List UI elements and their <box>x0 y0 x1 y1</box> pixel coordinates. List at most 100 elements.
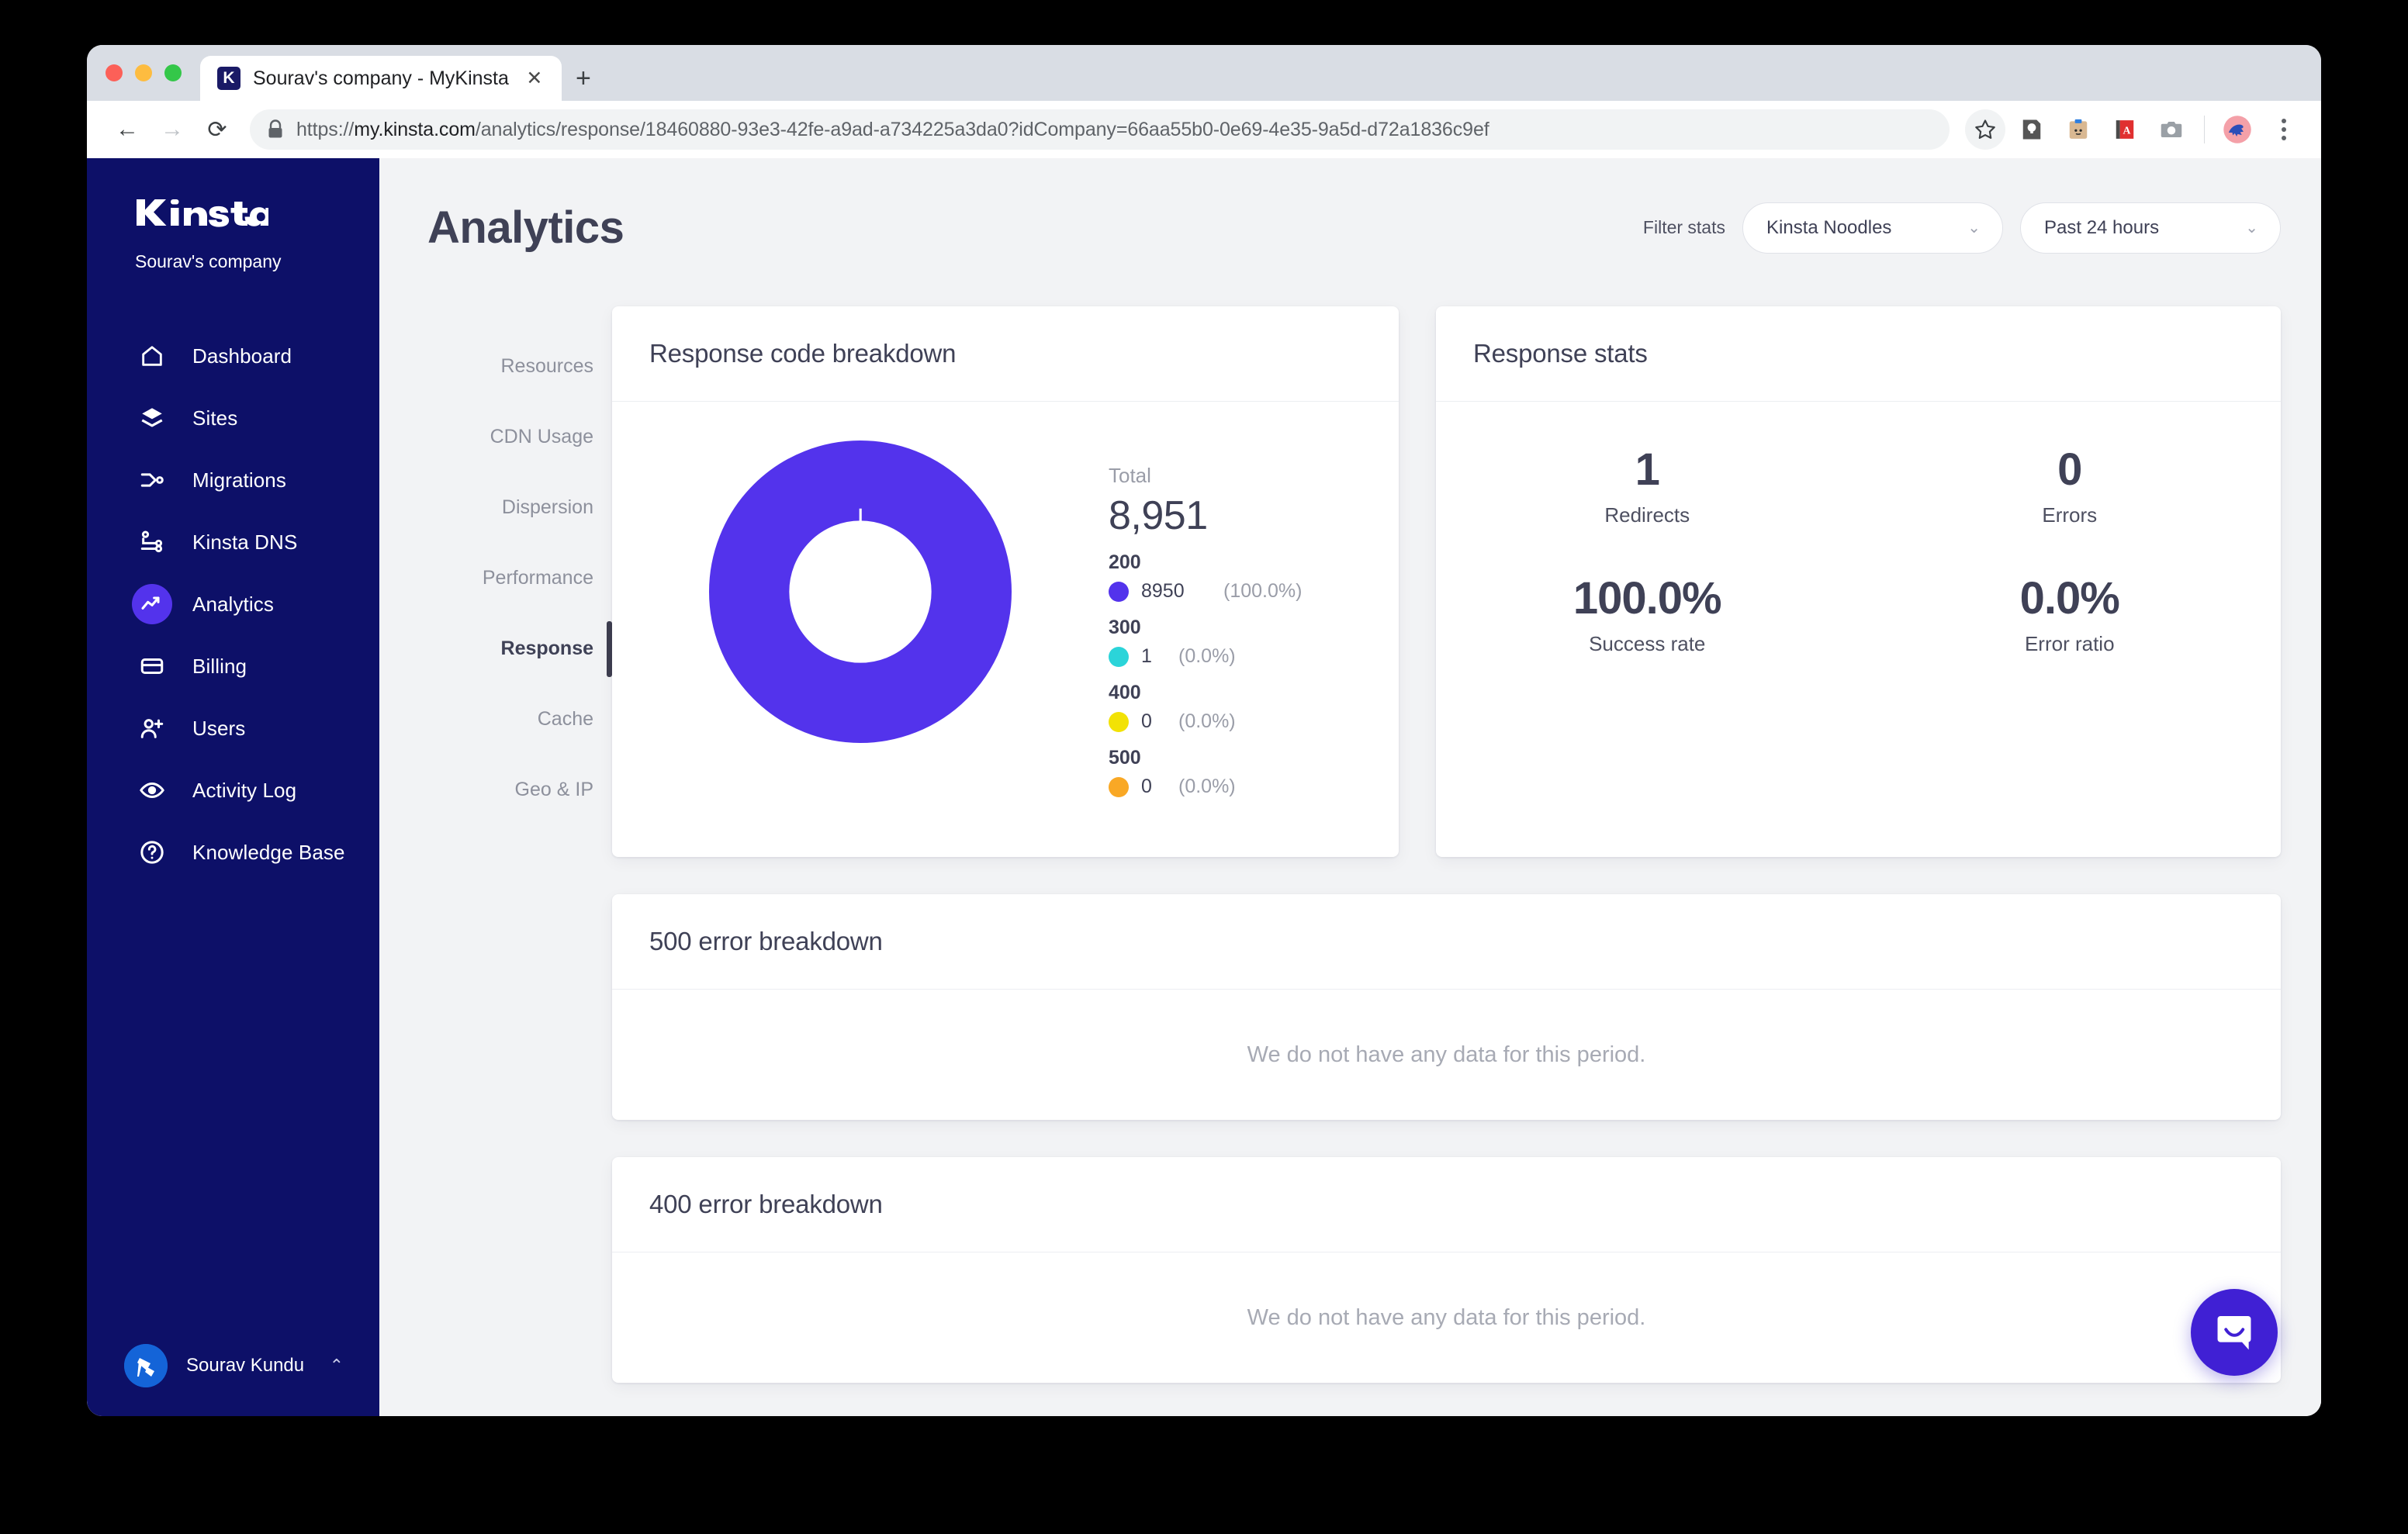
card-title: Response code breakdown <box>649 339 957 368</box>
back-button[interactable]: ← <box>107 109 147 150</box>
legend-color-dot <box>1109 581 1129 602</box>
legend-count: 0 <box>1141 776 1152 797</box>
trending-up-icon <box>132 584 172 624</box>
card-body: Total 8,951 200 8950 (100.0%) 300 1 (0.0… <box>612 402 1399 857</box>
sidebar-item-analytics[interactable]: Analytics <box>87 573 379 635</box>
sidebar-item-knowledge-base[interactable]: Knowledge Base <box>87 821 379 883</box>
sidebar-item-sites[interactable]: Sites <box>87 387 379 449</box>
legend-percentage: (0.0%) <box>1178 776 1236 797</box>
stat-value: 1 <box>1635 444 1660 495</box>
maximize-window-button[interactable] <box>164 64 182 81</box>
response-code-breakdown-card: Response code breakdown Total 8,951 200 … <box>612 306 1399 857</box>
browser-tab-title: Sourav's company - MyKinsta <box>253 67 509 89</box>
google-keep-icon[interactable] <box>2012 109 2052 150</box>
sidebar-item-activity-log[interactable]: Activity Log <box>87 759 379 821</box>
sidebar-company-name: Sourav's company <box>135 251 282 271</box>
legend-group-400: 400 0 (0.0%) <box>1109 682 1399 733</box>
sidebar-nav: Dashboard Sites Migrations Kinsta DNS An… <box>87 325 379 883</box>
new-tab-button[interactable]: + <box>562 56 605 101</box>
browser-tab-strip: K Sourav's company - MyKinsta ✕ + <box>87 45 2321 101</box>
tab-cache[interactable]: Cache <box>379 684 612 755</box>
chevron-up-icon[interactable]: ⌃ <box>330 1356 344 1376</box>
card-header: Response stats <box>1436 306 2281 402</box>
legend-total-label: Total <box>1109 464 1151 487</box>
donut-chart[interactable] <box>612 436 1109 823</box>
layers-icon <box>132 398 172 438</box>
intercom-chat-icon <box>2217 1316 2251 1350</box>
sidebar-user-name: Sourav Kundu <box>186 1355 305 1376</box>
forward-button[interactable]: → <box>152 109 192 150</box>
clipboard-icon[interactable] <box>2058 109 2098 150</box>
user-plus-icon <box>132 708 172 748</box>
screenshot-camera-icon[interactable] <box>2151 109 2192 150</box>
chrome-menu-icon[interactable] <box>2264 109 2304 150</box>
top-card-row: Response code breakdown Total 8,951 200 … <box>612 306 2281 857</box>
chevron-down-icon: ⌄ <box>2245 219 2258 237</box>
card-title: Response stats <box>1473 339 1648 368</box>
main-content: Analytics Filter stats Kinsta Noodles ⌄ … <box>379 158 2321 1416</box>
browser-toolbar: ← → ⟳ https://my.kinsta.com/analytics/re… <box>87 101 2321 158</box>
tab-cdn-usage[interactable]: CDN Usage <box>379 402 612 472</box>
tab-geo-ip[interactable]: Geo & IP <box>379 755 612 825</box>
tab-resources[interactable]: Resources <box>379 331 612 402</box>
address-bar[interactable]: https://my.kinsta.com/analytics/response… <box>250 109 1950 150</box>
legend-row[interactable]: 0 (0.0%) <box>1109 776 1399 798</box>
period-select[interactable]: Past 24 hours ⌄ <box>2020 202 2281 254</box>
browser-tab[interactable]: K Sourav's company - MyKinsta ✕ <box>200 56 562 101</box>
dns-icon <box>132 522 172 562</box>
stat-success-rate: 100.0% Success rate <box>1436 575 1859 656</box>
legend-row[interactable]: 8950 (100.0%) <box>1109 580 1399 603</box>
legend-code: 300 <box>1109 617 1141 638</box>
avatar <box>124 1344 168 1387</box>
sidebar-item-dashboard[interactable]: Dashboard <box>87 325 379 387</box>
sidebar-item-migrations[interactable]: Migrations <box>87 449 379 511</box>
stat-redirects: 1 Redirects <box>1436 444 1859 527</box>
kinsta-logo[interactable] <box>135 195 379 230</box>
page-title: Analytics <box>427 202 624 253</box>
sidebar-user-menu[interactable]: Sourav Kundu ⌃ <box>87 1315 379 1416</box>
filter-controls: Filter stats Kinsta Noodles ⌄ Past 24 ho… <box>1643 202 2281 254</box>
kinsta-favicon-icon: K <box>217 67 240 90</box>
profile-avatar-icon[interactable] <box>2217 109 2258 150</box>
legend-row[interactable]: 0 (0.0%) <box>1109 710 1399 733</box>
toolbar-actions: A <box>1965 109 2304 150</box>
stat-value: 0 <box>2057 444 2082 495</box>
legend-count: 0 <box>1141 710 1152 732</box>
sidebar-item-label: Analytics <box>192 592 274 616</box>
card-body: We do not have any data for this period. <box>612 990 2281 1120</box>
site-select[interactable]: Kinsta Noodles ⌄ <box>1742 202 2003 254</box>
tab-performance[interactable]: Performance <box>379 543 612 613</box>
stat-value: 0.0% <box>2019 572 2120 624</box>
sidebar-item-users[interactable]: Users <box>87 697 379 759</box>
reload-button[interactable]: ⟳ <box>197 109 237 150</box>
sidebar-item-label: Dashboard <box>192 344 292 368</box>
legend-group-200: 200 8950 (100.0%) <box>1109 551 1399 603</box>
close-window-button[interactable] <box>106 64 123 81</box>
tab-response[interactable]: Response <box>379 613 612 684</box>
stat-label: Errors <box>2042 503 2098 527</box>
sidebar-item-billing[interactable]: Billing <box>87 635 379 697</box>
sidebar-item-kinsta-dns[interactable]: Kinsta DNS <box>87 511 379 573</box>
analytics-content: Resources CDN Usage Dispersion Performan… <box>379 254 2321 1403</box>
minimize-window-button[interactable] <box>135 64 152 81</box>
card-title: 500 error breakdown <box>649 927 883 955</box>
sidebar-item-label: Activity Log <box>192 778 297 802</box>
sidebar-item-label: Kinsta DNS <box>192 530 298 554</box>
app-sidebar: Sourav's company Dashboard Sites Migrati… <box>87 158 379 1416</box>
tab-dispersion[interactable]: Dispersion <box>379 472 612 543</box>
stat-label: Error ratio <box>2024 631 2115 655</box>
browser-window: K Sourav's company - MyKinsta ✕ + ← → ⟳ … <box>87 45 2321 1416</box>
app-viewport: Sourav's company Dashboard Sites Migrati… <box>87 158 2321 1416</box>
lock-icon <box>267 119 284 140</box>
window-traffic-lights <box>106 45 200 101</box>
card-body: We do not have any data for this period. <box>612 1252 2281 1383</box>
bookmark-star-icon[interactable] <box>1965 109 2005 150</box>
dictionary-book-icon[interactable]: A <box>2105 109 2145 150</box>
close-tab-icon[interactable]: ✕ <box>521 65 548 92</box>
chevron-down-icon: ⌄ <box>1967 219 1981 237</box>
intercom-chat-button[interactable] <box>2191 1289 2278 1376</box>
legend-row[interactable]: 1 (0.0%) <box>1109 645 1399 668</box>
error-breakdown-400-card: 400 error breakdown We do not have any d… <box>612 1157 2281 1383</box>
error-breakdown-500-card: 500 error breakdown We do not have any d… <box>612 894 2281 1120</box>
donut-chart-svg <box>709 441 1012 743</box>
